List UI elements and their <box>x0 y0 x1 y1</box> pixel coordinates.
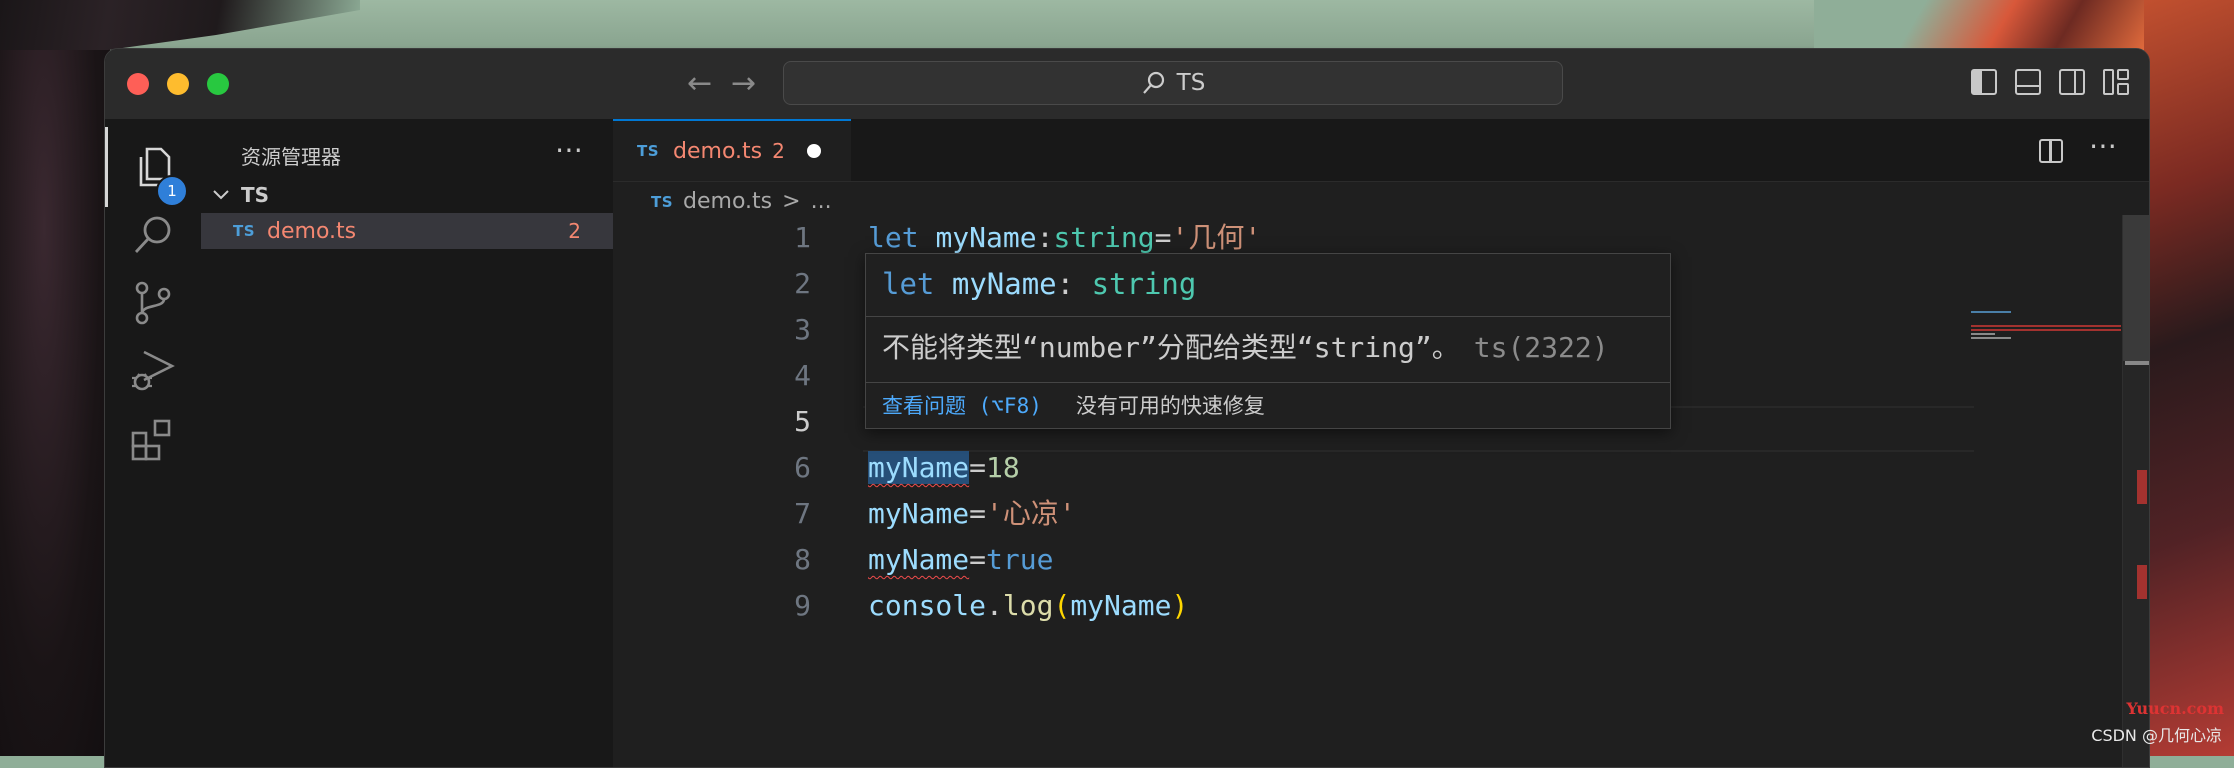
file-problem-count: 2 <box>568 219 581 243</box>
file-name: demo.ts <box>267 218 357 244</box>
typescript-file-icon: TS <box>233 222 256 240</box>
search-text: TS <box>1176 70 1206 96</box>
toggle-secondary-sidebar-icon[interactable] <box>2059 69 2085 95</box>
line-number: 4 <box>794 359 811 392</box>
activity-bar: 1 <box>105 119 202 767</box>
view-problem-link[interactable]: 查看问题 (⌥F8) <box>882 386 1042 426</box>
explorer-sidebar: 资源管理器 ⋯ TS TS demo.ts 2 <box>201 119 614 767</box>
search-activity-icon <box>134 216 171 253</box>
hover-error-message: 不能将类型“number”分配给类型“string”。 ts(2322) <box>882 331 1609 364</box>
breadcrumb-symbols[interactable]: ... <box>811 189 832 214</box>
toggle-panel-icon[interactable] <box>2015 69 2041 95</box>
extensions-icon <box>131 419 171 461</box>
wallpaper-top-left <box>0 0 360 50</box>
editor-tabs: TS demo.ts 2 ⋯ <box>613 119 2149 182</box>
wallpaper-right <box>2144 0 2234 756</box>
toggle-primary-sidebar-icon[interactable] <box>1971 69 1997 95</box>
sidebar-more-actions-icon[interactable]: ⋯ <box>555 133 585 166</box>
customize-layout-icon[interactable] <box>2103 69 2129 95</box>
code-text: console.log(myName) <box>868 589 1189 622</box>
breadcrumb-chevron-icon: > <box>782 189 801 214</box>
zoom-window-button[interactable] <box>207 73 229 95</box>
forward-arrow-icon[interactable]: → <box>731 67 756 101</box>
split-editor-icon[interactable] <box>2039 139 2063 163</box>
line-number: 3 <box>794 313 811 346</box>
typescript-tab-icon: TS <box>637 142 660 160</box>
command-center-search[interactable]: TS <box>783 61 1563 105</box>
scrollbar-cursor-marker <box>2125 361 2149 365</box>
minimap[interactable] <box>1971 311 2121 351</box>
hover-tooltip: let myName: string 不能将类型“number”分配给类型“st… <box>865 253 1671 429</box>
folder-ts[interactable]: TS <box>211 183 269 207</box>
layout-controls <box>1971 69 2129 95</box>
chevron-down-icon <box>213 190 229 200</box>
code-editor[interactable]: 1 let myName:string='几何' 2 3 4 5 6 myNam… <box>613 215 2149 767</box>
line-number: 9 <box>794 589 811 622</box>
source-control-icon <box>135 281 171 325</box>
line-number: 2 <box>794 267 811 300</box>
line-number: 7 <box>794 497 811 530</box>
search-icon <box>1142 71 1164 94</box>
folder-name: TS <box>241 183 270 207</box>
typescript-breadcrumb-icon: TS <box>651 192 674 211</box>
file-item-demo-ts[interactable]: TS demo.ts 2 <box>201 213 613 249</box>
title-bar: ← → TS <box>105 49 2149 120</box>
tab-name: demo.ts <box>673 138 763 164</box>
scrollbar-error-marker <box>2137 565 2147 599</box>
site-watermark: Yuucn.com <box>2126 699 2224 718</box>
hover-divider <box>866 382 1670 383</box>
line-number: 8 <box>794 543 811 576</box>
run-debug-icon <box>132 350 175 391</box>
unsaved-dot-icon[interactable] <box>806 144 821 158</box>
hover-actions: 查看问题 (⌥F8) 没有可用的快速修复 <box>882 386 1265 426</box>
editor-area: TS demo.ts 2 ⋯ TS demo.ts > ... 1 let my… <box>613 119 2149 767</box>
tab-demo-ts[interactable]: TS demo.ts 2 <box>613 119 851 181</box>
editor-more-actions-icon[interactable]: ⋯ <box>2089 129 2119 162</box>
hover-signature: let myName: string <box>882 267 1197 301</box>
breadcrumb: TS demo.ts > ... <box>651 189 832 214</box>
vscode-window: ← → TS 1 资源管理器 ⋯ TS TS demo.ts 2 TS demo… <box>104 48 2150 768</box>
back-arrow-icon[interactable]: ← <box>687 67 712 101</box>
hover-error-code: ts(2322) <box>1473 331 1609 364</box>
code-line: 6 myName=18 <box>613 445 2149 491</box>
minimize-window-button[interactable] <box>167 73 189 95</box>
credit-watermark: CSDN @几何心凉 <box>2091 726 2222 745</box>
code-line: 9 console.log(myName) <box>613 583 2149 629</box>
tab-problem-count: 2 <box>772 139 785 163</box>
line-number: 6 <box>794 451 811 484</box>
extensions-tab[interactable] <box>105 399 201 479</box>
close-window-button[interactable] <box>127 73 149 95</box>
code-text: myName=true <box>868 543 1054 576</box>
vertical-scrollbar[interactable] <box>2122 215 2149 767</box>
wallpaper-left <box>0 0 110 756</box>
sidebar-title: 资源管理器 <box>241 145 341 169</box>
breadcrumb-file[interactable]: demo.ts <box>683 189 772 214</box>
code-line: 7 myName='心凉' <box>613 491 2149 537</box>
scrollbar-thumb[interactable] <box>2123 215 2149 361</box>
code-text: myName='心凉' <box>868 497 1076 530</box>
code-text: myName=18 <box>868 451 1020 484</box>
no-quick-fix-text: 没有可用的快速修复 <box>1075 394 1265 418</box>
line-number: 5 <box>794 405 811 438</box>
code-line: 8 myName=true <box>613 537 2149 583</box>
line-number: 1 <box>794 221 811 254</box>
scrollbar-error-marker <box>2137 470 2147 504</box>
hover-divider <box>866 316 1670 317</box>
